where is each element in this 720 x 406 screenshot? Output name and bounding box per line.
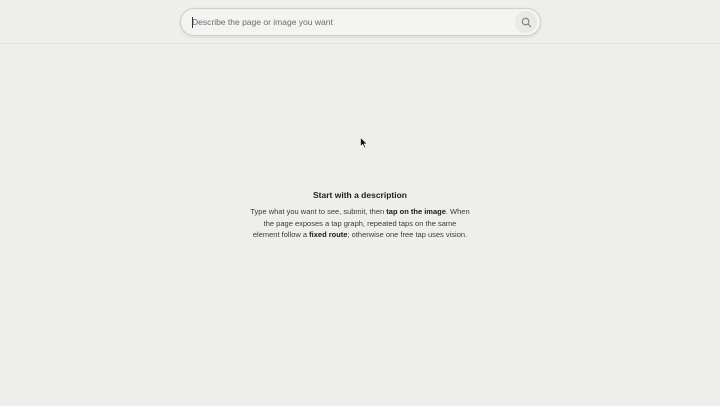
mouse-pointer-icon: [360, 137, 368, 149]
top-bar: [0, 0, 720, 44]
app-page: Start with a description Type what you w…: [0, 0, 720, 406]
text-caret: [192, 17, 193, 28]
empty-state: Start with a description Type what you w…: [250, 190, 470, 241]
description-emphasis: fixed route: [309, 230, 348, 240]
description-text: ; otherwise one free tap uses vision.: [347, 230, 468, 240]
search-bar[interactable]: [180, 8, 541, 36]
description-text: Type what you want to see, submit, then: [250, 207, 387, 216]
description-emphasis: tap on the image: [386, 207, 446, 216]
search-icon: [521, 17, 531, 27]
empty-state-title: Start with a description: [313, 190, 407, 200]
search-button[interactable]: [515, 11, 537, 33]
search-input[interactable]: [181, 9, 515, 35]
empty-state-description: Type what you want to see, submit, then …: [250, 206, 470, 241]
